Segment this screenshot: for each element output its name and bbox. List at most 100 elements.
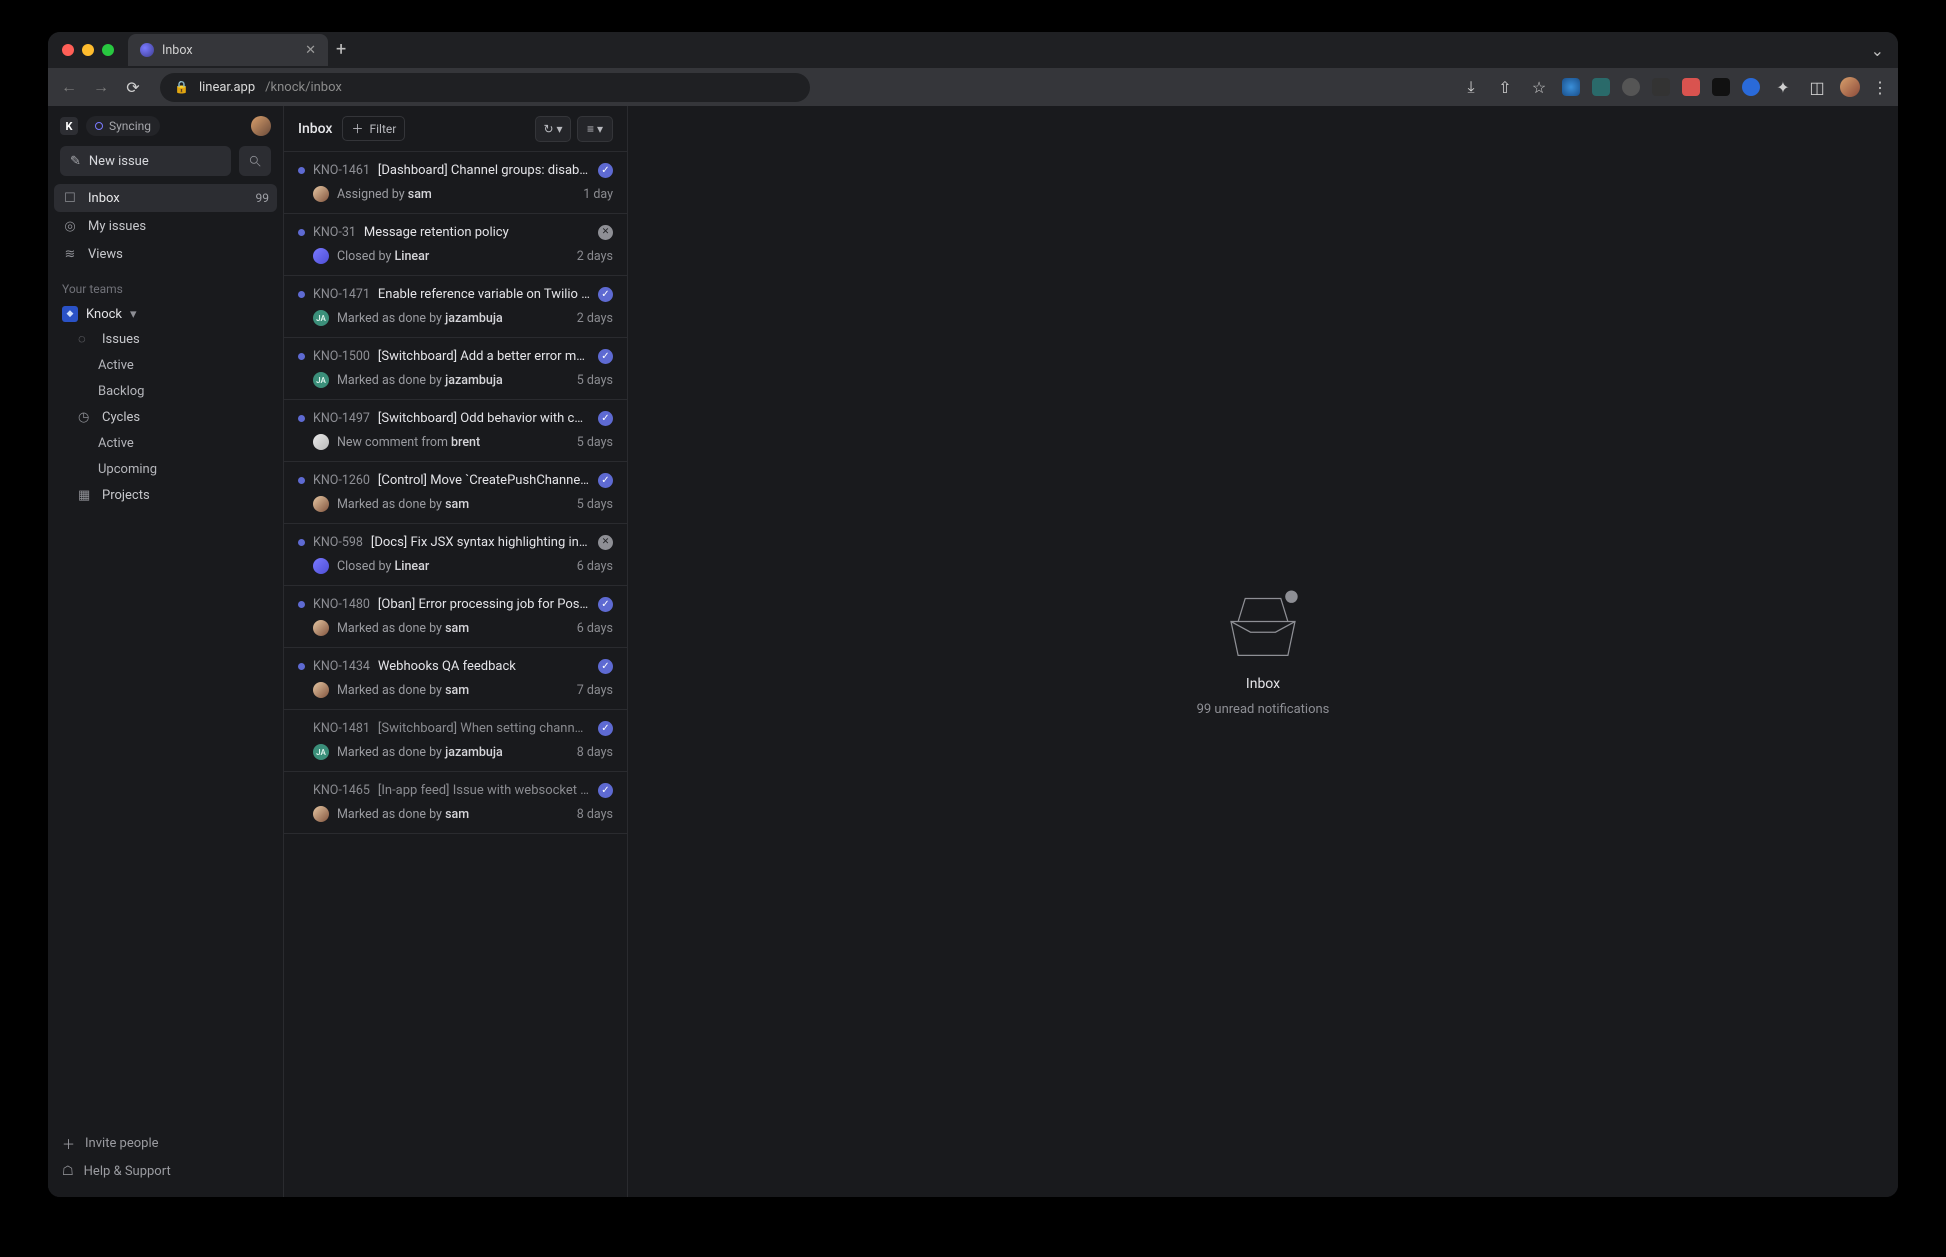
timestamp: 2 days	[577, 311, 613, 326]
extension-icon[interactable]	[1652, 78, 1670, 96]
refresh-dropdown[interactable]: ↻▾	[535, 116, 571, 142]
close-window-button[interactable]	[62, 44, 74, 56]
team-tree: ◌Issues Active Backlog ◷Cycles Active Up…	[48, 326, 283, 508]
extension-icon[interactable]	[1562, 78, 1580, 96]
sidebar-item-my-issues[interactable]: ◎ My issues	[54, 212, 277, 240]
inbox-item[interactable]: KNO-1471Enable reference variable on Twi…	[284, 276, 627, 338]
activity-text: Marked as done by sam	[337, 683, 569, 698]
unread-dot	[298, 415, 305, 422]
sidebar-item-views[interactable]: ≋ Views	[54, 240, 277, 268]
inbox-item[interactable]: KNO-1461[Dashboard] Channel groups: disa…	[284, 152, 627, 214]
inbox-item[interactable]: KNO-1497[Switchboard] Odd behavior with …	[284, 400, 627, 462]
sync-icon	[95, 122, 103, 130]
tabs-overflow-icon[interactable]: ⌄	[1871, 41, 1884, 60]
download-icon[interactable]: ⤓	[1460, 77, 1482, 97]
inbox-icon: ☐	[62, 191, 78, 206]
forward-button[interactable]: →	[90, 77, 112, 97]
timestamp: 6 days	[577, 621, 613, 636]
sidebar-item-inbox[interactable]: ☐ Inbox 99	[54, 184, 277, 212]
extension-icon[interactable]	[1592, 78, 1610, 96]
issue-id: KNO-1497	[313, 411, 370, 426]
share-icon[interactable]: ⇧	[1494, 78, 1516, 97]
extension-icon[interactable]	[1742, 78, 1760, 96]
inbox-count: 99	[256, 191, 270, 205]
search-button[interactable]	[239, 146, 271, 176]
actor-avatar: JA	[313, 310, 329, 326]
sidebar: K Syncing ✎ New issue ☐ Inbo	[48, 106, 284, 1197]
sidepanel-icon[interactable]: ◫	[1806, 78, 1828, 97]
extension-icon[interactable]	[1712, 78, 1730, 96]
tree-label: Upcoming	[98, 462, 157, 477]
tree-label: Backlog	[98, 384, 144, 399]
profile-avatar[interactable]	[1840, 77, 1860, 97]
inbox-list: KNO-1461[Dashboard] Channel groups: disa…	[284, 152, 627, 1197]
inbox-item[interactable]: KNO-1260[Control] Move `CreatePushChanne…	[284, 462, 627, 524]
issue-title: [Switchboard] When setting channel dat…	[378, 721, 590, 736]
tree-item-backlog[interactable]: Backlog	[54, 378, 277, 404]
tree-item-issues[interactable]: ◌Issues	[54, 326, 277, 352]
inbox-title: Inbox	[298, 121, 332, 137]
inbox-item[interactable]: KNO-1480[Oban] Error processing job for …	[284, 586, 627, 648]
extension-icon[interactable]	[1682, 78, 1700, 96]
new-issue-button[interactable]: ✎ New issue	[60, 146, 231, 176]
nav-label: My issues	[88, 219, 146, 234]
unread-dot	[298, 229, 305, 236]
minimize-window-button[interactable]	[82, 44, 94, 56]
activity-text: Closed by Linear	[337, 559, 569, 574]
timestamp: 8 days	[577, 745, 613, 760]
tree-label: Active	[98, 358, 134, 373]
inbox-item[interactable]: KNO-1465[In-app feed] Issue with websock…	[284, 772, 627, 834]
inbox-item[interactable]: KNO-1481[Switchboard] When setting chann…	[284, 710, 627, 772]
reload-button[interactable]: ⟳	[122, 78, 144, 97]
tree-item-cycles[interactable]: ◷Cycles	[54, 404, 277, 430]
issue-id: KNO-1500	[313, 349, 370, 364]
chevron-down-icon: ▾	[597, 122, 603, 136]
actor-avatar	[313, 620, 329, 636]
help-support[interactable]: ☖Help & Support	[62, 1157, 269, 1185]
tab-favicon	[140, 43, 154, 57]
address-bar[interactable]: 🔒 linear.app/knock/inbox	[160, 73, 810, 102]
issue-id: KNO-1434	[313, 659, 370, 674]
tree-item-active[interactable]: Active	[54, 352, 277, 378]
chevron-down-icon: ▾	[130, 307, 137, 322]
inbox-item[interactable]: KNO-31Message retention policyClosed by …	[284, 214, 627, 276]
unread-dot	[298, 539, 305, 546]
workspace-logo[interactable]: K	[60, 117, 78, 135]
extension-icon[interactable]	[1622, 78, 1640, 96]
activity-text: Assigned by sam	[337, 187, 575, 202]
activity-text: Marked as done by sam	[337, 621, 569, 636]
bookmark-icon[interactable]: ☆	[1528, 78, 1550, 97]
timestamp: 6 days	[577, 559, 613, 574]
inbox-item[interactable]: KNO-1434 Webhooks QA feedback Marked as do…	[284, 648, 627, 710]
tree-item-projects[interactable]: ▦Projects	[54, 482, 277, 508]
plus-icon: ＋	[62, 1134, 75, 1153]
extensions-icon[interactable]: ✦	[1772, 78, 1794, 97]
footer-label: Help & Support	[84, 1164, 171, 1179]
team-row[interactable]: ◆ Knock ▾	[48, 302, 283, 326]
timestamp: 5 days	[577, 435, 613, 450]
browser-menu-icon[interactable]: ⋮	[1872, 78, 1888, 97]
inbox-item[interactable]: KNO-598[Docs] Fix JSX syntax highlightin…	[284, 524, 627, 586]
browser-tab[interactable]: Inbox ✕	[128, 34, 328, 66]
status-icon	[598, 411, 613, 426]
new-tab-button[interactable]: +	[336, 41, 346, 59]
timestamp: 5 days	[577, 373, 613, 388]
tree-label: Active	[98, 436, 134, 451]
inbox-item[interactable]: KNO-1500[Switchboard] Add a better error…	[284, 338, 627, 400]
filter-label: Filter	[369, 122, 396, 136]
issue-id: KNO-1461	[313, 163, 370, 178]
issue-title: Webhooks QA feedback	[378, 659, 590, 674]
maximize-window-button[interactable]	[102, 44, 114, 56]
team-icon: ◆	[62, 306, 78, 322]
filter-button[interactable]: ＋ Filter	[342, 116, 405, 141]
tree-item-cycles-active[interactable]: Active	[54, 430, 277, 456]
tree-item-cycles-upcoming[interactable]: Upcoming	[54, 456, 277, 482]
chevron-down-icon: ▾	[557, 122, 563, 136]
invite-people[interactable]: ＋Invite people	[62, 1129, 269, 1157]
back-button[interactable]: ←	[58, 77, 80, 97]
user-avatar[interactable]	[251, 116, 271, 136]
display-options[interactable]: ≡▾	[577, 116, 613, 142]
issue-title: Enable reference variable on Twilio conf…	[378, 287, 590, 302]
unread-dot	[298, 477, 305, 484]
close-tab-icon[interactable]: ✕	[305, 44, 316, 57]
